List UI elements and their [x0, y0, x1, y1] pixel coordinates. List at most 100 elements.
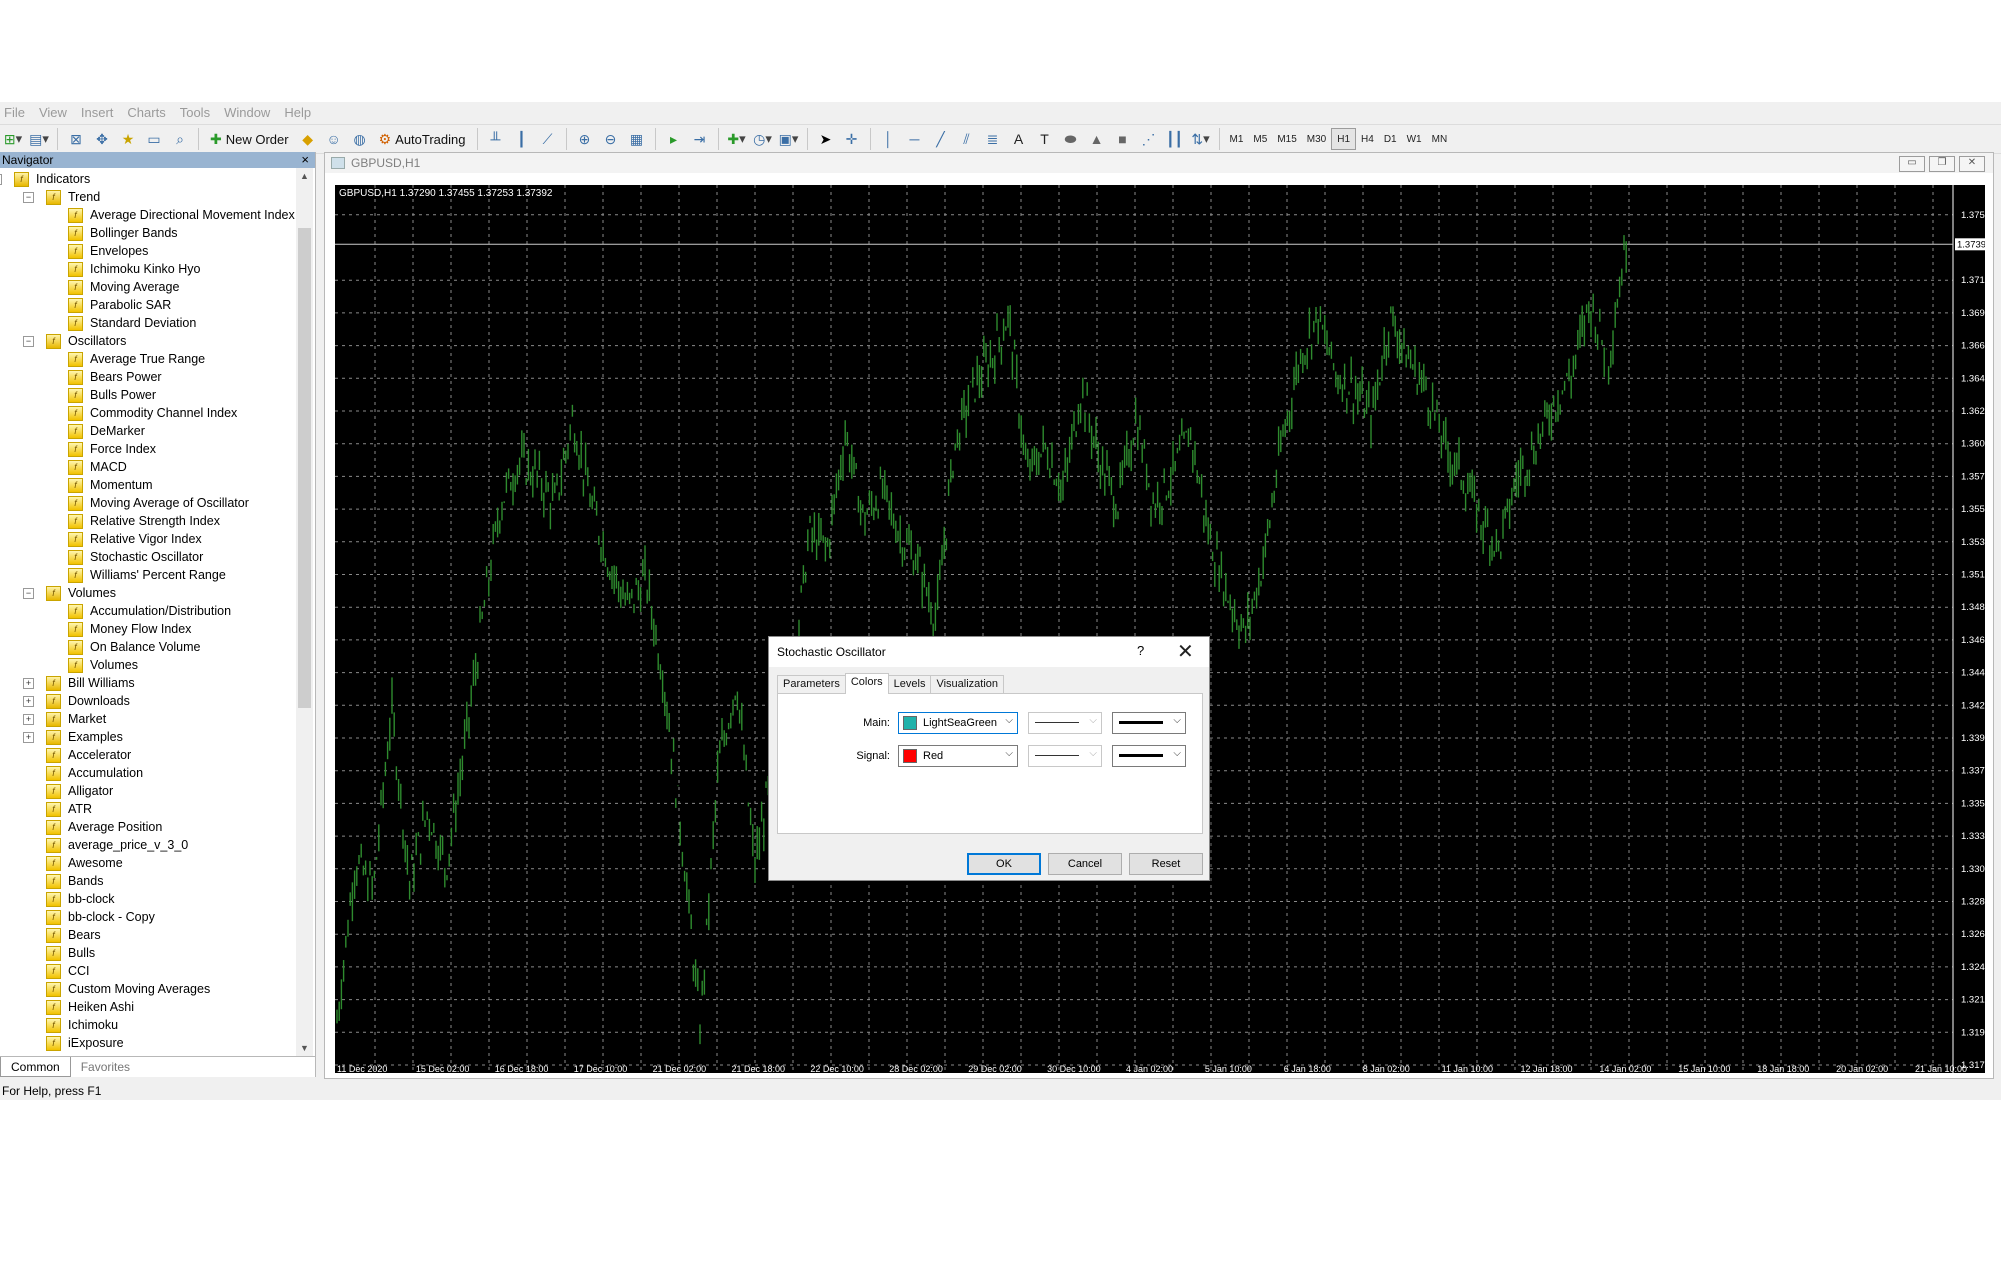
new-chart-icon[interactable]: ⊞ ▾ [2, 128, 24, 150]
fibonacci-icon[interactable]: ≣ [982, 128, 1004, 150]
text-label-icon[interactable]: T [1034, 128, 1056, 150]
tree-folder[interactable]: f Volumes [46, 584, 116, 602]
timeframe-m5[interactable]: M5 [1248, 129, 1272, 149]
equidistant-channel-icon[interactable]: ⫽ [956, 128, 978, 150]
strategy-tester-icon[interactable]: ⌕ [169, 128, 191, 150]
tree-folder[interactable]: f Bill Williams [46, 674, 135, 692]
metaeditor-icon[interactable]: ◆ [297, 128, 319, 150]
tree-item[interactable]: f Bollinger Bands [68, 224, 178, 242]
crosshair-icon[interactable]: ✛ [841, 128, 863, 150]
tree-item[interactable]: f bb-clock [46, 890, 115, 908]
timeframe-h1[interactable]: H1 [1331, 128, 1357, 150]
scroll-thumb[interactable] [298, 228, 311, 708]
tree-item[interactable]: f Volumes [68, 656, 138, 674]
expand-icon[interactable]: + [23, 732, 34, 743]
scroll-down-icon[interactable]: ▼ [296, 1040, 313, 1056]
market-watch-icon[interactable]: ⊠ [65, 128, 87, 150]
tree-folder[interactable]: f Trend [46, 188, 100, 206]
tree-item[interactable]: f Accumulation [46, 764, 143, 782]
timeframe-m15[interactable]: M15 [1272, 129, 1301, 149]
tab-common[interactable]: Common [0, 1057, 71, 1077]
reset-button[interactable]: Reset [1129, 853, 1203, 875]
scroll-up-icon[interactable]: ▲ [296, 168, 313, 184]
collapse-icon[interactable]: − [0, 174, 2, 185]
tree-item[interactable]: f Relative Strength Index [68, 512, 220, 530]
tree-item[interactable]: f Average Directional Movement Index [68, 206, 295, 224]
tree-item[interactable]: f Money Flow Index [68, 620, 191, 638]
profiles-icon[interactable]: ▤ ▾ [28, 128, 50, 150]
ok-button[interactable]: OK [967, 853, 1041, 875]
terminal-icon[interactable]: ▭ [143, 128, 165, 150]
tree-item[interactable]: f Bulls [46, 944, 95, 962]
market-icon[interactable]: ◍ [349, 128, 371, 150]
menu-charts[interactable]: Charts [123, 105, 175, 120]
tree-item[interactable]: f bb-clock - Copy [46, 908, 155, 926]
tree-folder[interactable]: f Downloads [46, 692, 130, 710]
candlestick-icon[interactable]: ┃ [511, 128, 533, 150]
collapse-icon[interactable]: − [23, 588, 34, 599]
new-order-button[interactable]: ✚ New Order [206, 128, 293, 150]
tab-levels[interactable]: Levels [887, 675, 932, 694]
close-window-button[interactable]: ✕ [1959, 156, 1985, 172]
close-dialog-button[interactable]: ✕ [1177, 639, 1194, 664]
zoom-in-icon[interactable]: ⊕ [574, 128, 596, 150]
tree-item[interactable]: f Williams' Percent Range [68, 566, 226, 584]
main-color-select[interactable]: LightSeaGreen ⌵ [898, 712, 1018, 734]
minimize-button[interactable]: ▭ [1899, 156, 1925, 172]
templates-icon[interactable]: ▣ ▾ [778, 128, 800, 150]
menu-file[interactable]: File [0, 105, 35, 120]
chart-shift-icon[interactable]: ⇥ [689, 128, 711, 150]
tree-item[interactable]: f Moving Average [68, 278, 179, 296]
timeframe-m30[interactable]: M30 [1302, 129, 1331, 149]
price-chart[interactable]: 1.37595 1.37145 1.36920 1.36695 1.36470 1.362… [335, 185, 1995, 1074]
collapse-icon[interactable]: − [23, 336, 34, 347]
main-width-select[interactable]: ⌵ [1112, 712, 1186, 734]
tree-item[interactable]: f Bears [46, 926, 101, 944]
triangle-icon[interactable]: ▲ [1086, 128, 1108, 150]
tree-item[interactable]: f Bulls Power [68, 386, 156, 404]
menu-tools[interactable]: Tools [176, 105, 220, 120]
timeframe-m1[interactable]: M1 [1225, 129, 1249, 149]
tree-folder[interactable]: f Examples [46, 728, 123, 746]
tree-folder[interactable]: f Market [46, 710, 106, 728]
tree-item[interactable]: f Accumulation/Distribution [68, 602, 231, 620]
timeframe-h4[interactable]: H4 [1356, 129, 1379, 149]
trendline-icon[interactable]: ╱ [930, 128, 952, 150]
zoom-out-icon[interactable]: ⊖ [600, 128, 622, 150]
tree-item[interactable]: f MACD [68, 458, 127, 476]
bar-chart-icon[interactable]: ╨ [485, 128, 507, 150]
tree-item[interactable]: f Awesome [46, 854, 123, 872]
navigator-icon[interactable]: ★ [117, 128, 139, 150]
tree-item[interactable]: f Momentum [68, 476, 153, 494]
horizontal-line-icon[interactable]: ─ [904, 128, 926, 150]
tree-item[interactable]: f Ichimoku Kinko Hyo [68, 260, 200, 278]
tree-item[interactable]: f CCI [46, 962, 90, 980]
tree-item[interactable]: f Alligator [46, 782, 113, 800]
autoscroll-icon[interactable]: ▸ [663, 128, 685, 150]
signal-width-select[interactable]: ⌵ [1112, 745, 1186, 767]
restore-button[interactable]: ❐ [1929, 156, 1955, 172]
chart-canvas[interactable]: 1.37595 1.37145 1.36920 1.36695 1.36470 1.362… [335, 185, 1995, 1074]
collapse-icon[interactable]: − [23, 192, 34, 203]
tree-item[interactable]: f Commodity Channel Index [68, 404, 237, 422]
autotrading-button[interactable]: ⚙ AutoTrading [375, 128, 470, 150]
cursor-icon[interactable]: ➤ [815, 128, 837, 150]
tree-item[interactable]: f DeMarker [68, 422, 145, 440]
tab-favorites[interactable]: Favorites [71, 1057, 140, 1077]
tree-item[interactable]: f Parabolic SAR [68, 296, 171, 314]
tab-visualization[interactable]: Visualization [930, 675, 1005, 694]
main-style-select[interactable]: ⌵ [1028, 712, 1102, 734]
gann-fan-icon[interactable]: ⋰ [1138, 128, 1160, 150]
tree-item[interactable]: f Average Position [46, 818, 162, 836]
text-icon[interactable]: A [1008, 128, 1030, 150]
data-window-icon[interactable]: ✥ [91, 128, 113, 150]
cancel-button[interactable]: Cancel [1048, 853, 1122, 875]
tree-item[interactable]: f Bears Power [68, 368, 162, 386]
tree-item[interactable]: f On Balance Volume [68, 638, 201, 656]
navigator-scrollbar[interactable]: ▲ ▼ [296, 168, 313, 1056]
menu-help[interactable]: Help [280, 105, 321, 120]
arrows-icon[interactable]: ⇅ ▾ [1190, 128, 1212, 150]
menu-window[interactable]: Window [220, 105, 280, 120]
cycle-lines-icon[interactable]: ┃┃ [1164, 128, 1186, 150]
timeframe-w1[interactable]: W1 [1402, 129, 1427, 149]
